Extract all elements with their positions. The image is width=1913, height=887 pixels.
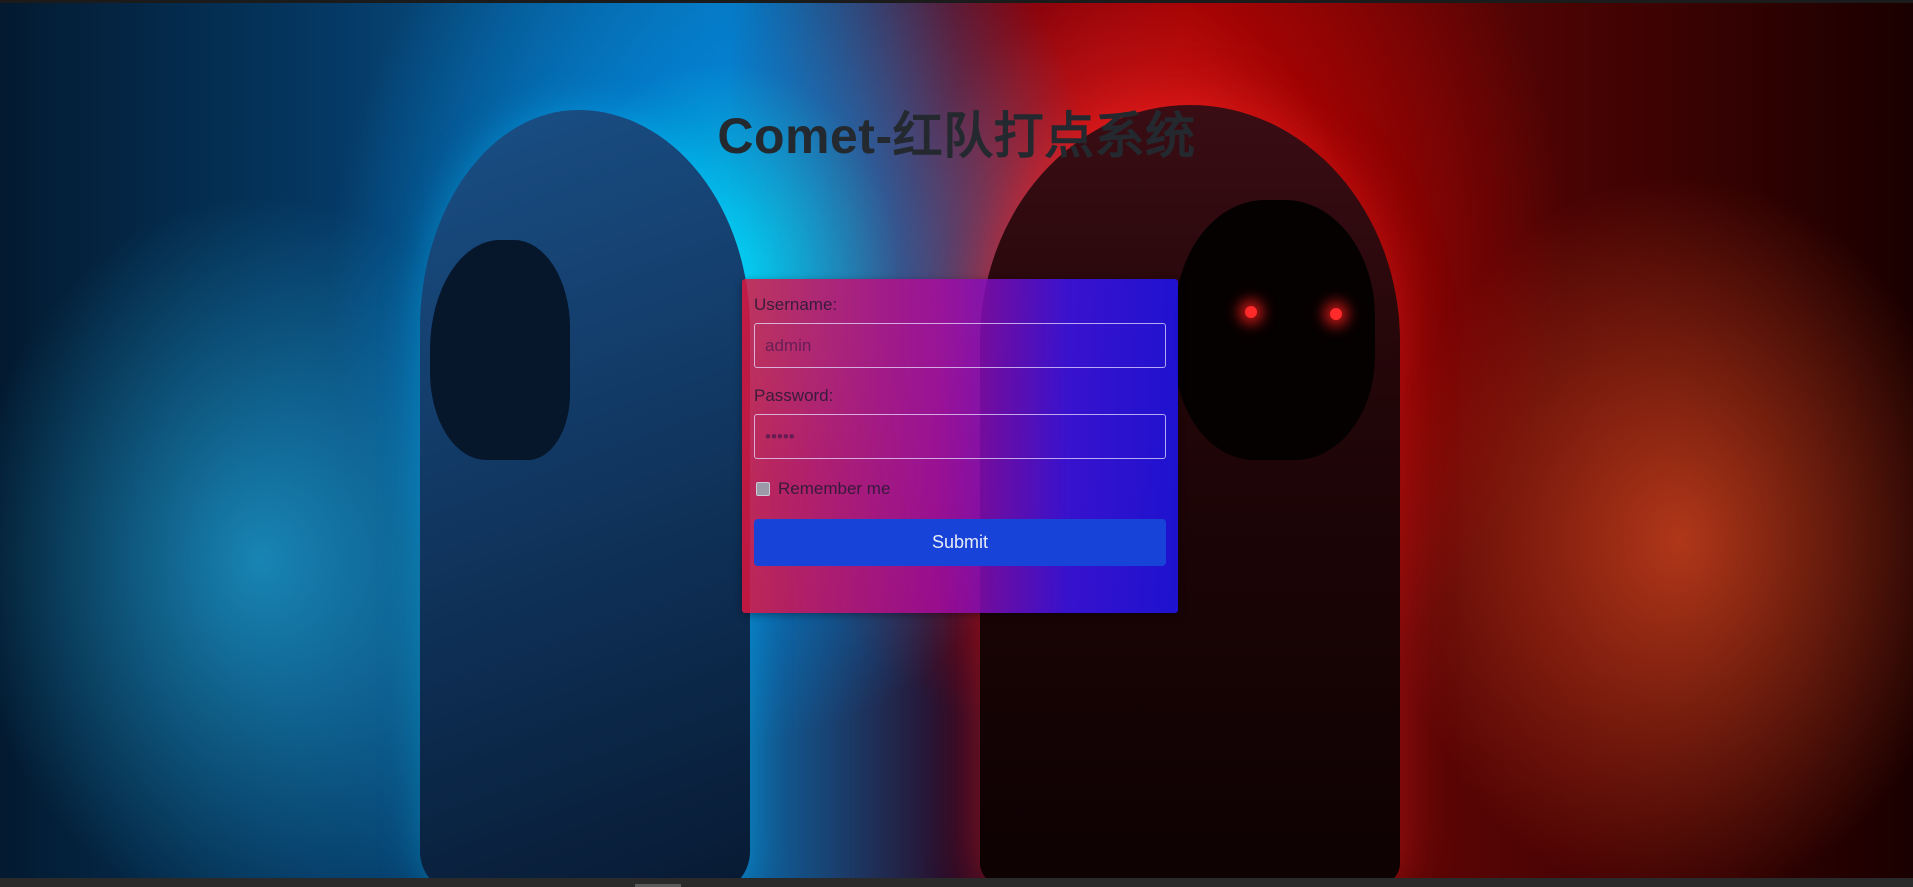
checkbox-icon[interactable] bbox=[756, 482, 770, 496]
remember-me-label[interactable]: Remember me bbox=[778, 479, 890, 499]
username-input[interactable] bbox=[754, 323, 1166, 368]
page-title: Comet-红队打点系统 bbox=[717, 107, 1196, 164]
blue-figure-face bbox=[430, 240, 570, 460]
password-input[interactable] bbox=[754, 414, 1166, 459]
blue-hooded-figure bbox=[420, 110, 750, 887]
remember-me-row[interactable]: Remember me bbox=[754, 477, 1166, 501]
red-eye-left bbox=[1245, 306, 1257, 318]
login-form: Username: Password: Remember me Submit bbox=[742, 279, 1178, 613]
top-edge bbox=[0, 0, 1913, 3]
submit-button[interactable]: Submit bbox=[754, 519, 1166, 566]
username-label: Username: bbox=[754, 295, 838, 314]
red-eye-right bbox=[1330, 308, 1342, 320]
password-label: Password: bbox=[754, 386, 834, 405]
bottom-bar bbox=[0, 878, 1913, 887]
red-figure-face bbox=[1175, 200, 1375, 460]
login-page: Comet-红队打点系统 Username: Password: Remembe… bbox=[0, 0, 1913, 887]
